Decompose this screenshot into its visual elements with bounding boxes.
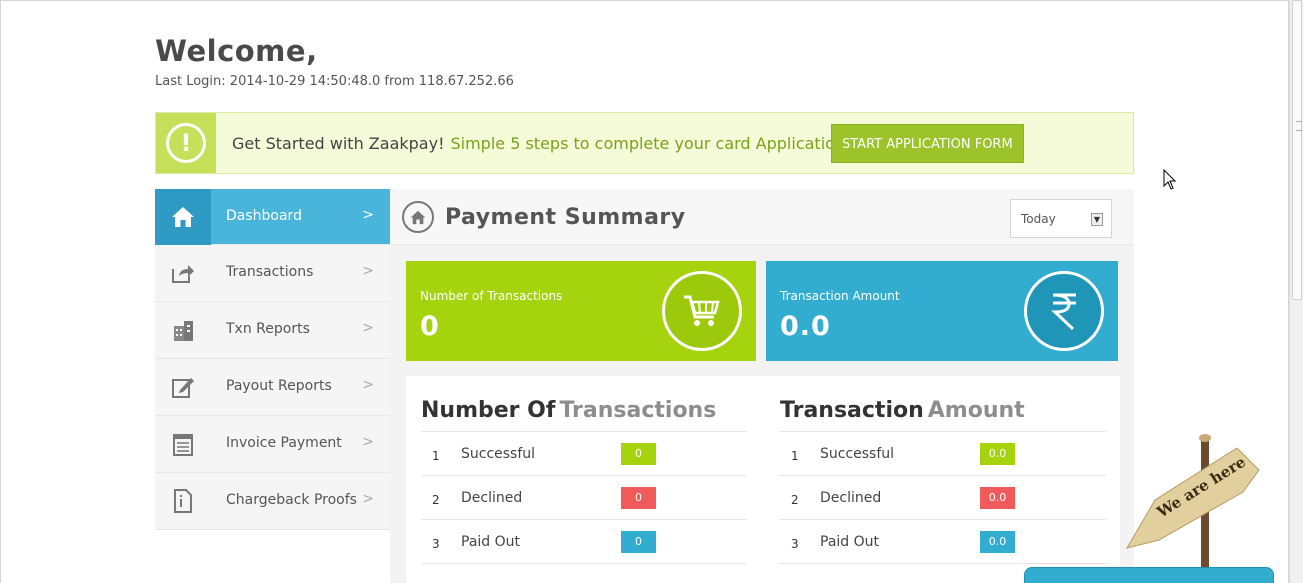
banner-subtext: Simple 5 steps to complete your card App… <box>450 134 846 153</box>
get-started-banner: ! Get Started with Zaakpay! Simple 5 step… <box>155 112 1134 174</box>
building-icon <box>155 302 211 358</box>
value-badge: 0.0 <box>980 443 1015 465</box>
chevron-right-icon: > <box>362 263 374 279</box>
cart-icon <box>662 271 742 351</box>
tile-value: 0.0 <box>780 311 831 342</box>
banner-text: Get Started with Zaakpay! Simple 5 steps … <box>232 134 845 153</box>
transaction-amount-table: Transaction Amount 1 Successful 0.0 2 Dec… <box>780 398 1106 564</box>
table-row: 2 Declined 0 <box>421 476 747 520</box>
sidebar-item-label: Txn Reports <box>226 321 310 337</box>
value-badge: 0 <box>621 487 656 509</box>
period-select[interactable]: Today ▼ <box>1010 199 1112 238</box>
table-row: 3 Paid Out 0 <box>421 520 747 564</box>
row-number: 2 <box>432 493 440 507</box>
scrollbar-thumb[interactable] <box>1292 0 1302 300</box>
transactions-count-tile: Number of Transactions 0 <box>406 261 756 361</box>
section-title-accent: Amount <box>927 398 1025 423</box>
sidebar-item-label: Payout Reports <box>226 378 332 394</box>
chat-tab[interactable] <box>1024 567 1274 583</box>
sidebar-item-transactions[interactable]: Transactions > <box>155 245 390 302</box>
exclamation-icon: ! <box>156 113 216 173</box>
home-icon <box>155 189 211 245</box>
sidebar-item-label: Chargeback Proofs <box>226 492 357 508</box>
chat-signpost[interactable]: We are here <box>1125 430 1275 583</box>
section-title-main: Number Of <box>421 398 556 423</box>
welcome-title: Welcome, <box>155 34 318 68</box>
chevron-right-icon: > <box>362 320 374 336</box>
transactions-count-table: Number Of Transactions 1 Successful 0 2 D… <box>421 398 747 564</box>
table-row: 3 Paid Out 0.0 <box>780 520 1106 564</box>
dropdown-arrow-icon: ▼ <box>1091 213 1103 226</box>
row-number: 3 <box>791 537 799 551</box>
value-badge: 0.0 <box>980 487 1015 509</box>
chevron-right-icon: > <box>362 491 374 507</box>
sidebar-item-label: Dashboard <box>226 208 302 224</box>
sidebar-item-dashboard[interactable]: Dashboard > <box>155 189 390 245</box>
sidebar-item-invoice-payment[interactable]: Invoice Payment > <box>155 416 390 473</box>
table-row: 1 Successful 0 <box>421 432 747 476</box>
row-number: 1 <box>791 449 799 463</box>
sidebar-nav: Dashboard > Transactions > Txn Reports >… <box>155 189 390 530</box>
section-title-main: Transaction <box>780 398 924 423</box>
sidebar-item-label: Transactions <box>226 264 314 280</box>
section-title: Transaction Amount <box>780 398 1106 432</box>
transaction-amount-tile: Transaction Amount 0.0 <box>766 261 1118 361</box>
value-badge: 0 <box>621 531 656 553</box>
table-row: 1 Successful 0.0 <box>780 432 1106 476</box>
section-title-accent: Transactions <box>559 398 717 423</box>
home-icon <box>402 201 434 233</box>
row-label: Successful <box>820 446 895 462</box>
row-label: Paid Out <box>461 534 521 550</box>
sidebar-item-chargeback-proofs[interactable]: Chargeback Proofs > <box>155 473 390 530</box>
row-number: 2 <box>791 493 799 507</box>
sidebar-item-payout-reports[interactable]: Payout Reports > <box>155 359 390 416</box>
sidebar-item-txn-reports[interactable]: Txn Reports > <box>155 302 390 359</box>
value-badge: 0.0 <box>980 531 1015 553</box>
chevron-right-icon: > <box>362 377 374 393</box>
panel-header: Payment Summary Today ▼ <box>390 189 1134 245</box>
payment-summary-panel: Payment Summary Today ▼ Number of Transa… <box>390 189 1134 583</box>
section-title: Number Of Transactions <box>421 398 747 432</box>
banner-lead: Get Started with Zaakpay! <box>232 134 445 153</box>
row-label: Successful <box>461 446 536 462</box>
sidebar-item-label: Invoice Payment <box>226 435 342 451</box>
stats-section: Number Of Transactions 1 Successful 0 2 D… <box>406 376 1120 583</box>
document-icon <box>155 473 211 529</box>
row-label: Paid Out <box>820 534 880 550</box>
calendar-icon <box>155 416 211 472</box>
vertical-scrollbar[interactable] <box>1289 0 1303 583</box>
chevron-right-icon: > <box>362 207 374 223</box>
share-icon <box>155 245 211 301</box>
mouse-cursor-icon <box>1163 168 1177 195</box>
page-title: Payment Summary <box>445 205 686 230</box>
last-login-info: Last Login: 2014-10-29 14:50:48.0 from 1… <box>155 74 514 89</box>
period-select-value: Today <box>1021 212 1056 226</box>
value-badge: 0 <box>621 443 656 465</box>
tile-label: Number of Transactions <box>420 289 563 303</box>
row-number: 3 <box>432 537 440 551</box>
row-number: 1 <box>432 449 440 463</box>
tile-value: 0 <box>420 311 440 342</box>
rupee-icon <box>1024 271 1104 351</box>
row-label: Declined <box>461 490 523 506</box>
row-label: Declined <box>820 490 882 506</box>
edit-icon <box>155 359 211 415</box>
tile-label: Transaction Amount <box>780 289 900 303</box>
start-application-button[interactable]: START APPLICATION FORM <box>831 124 1024 163</box>
table-row: 2 Declined 0.0 <box>780 476 1106 520</box>
chevron-right-icon: > <box>362 434 374 450</box>
